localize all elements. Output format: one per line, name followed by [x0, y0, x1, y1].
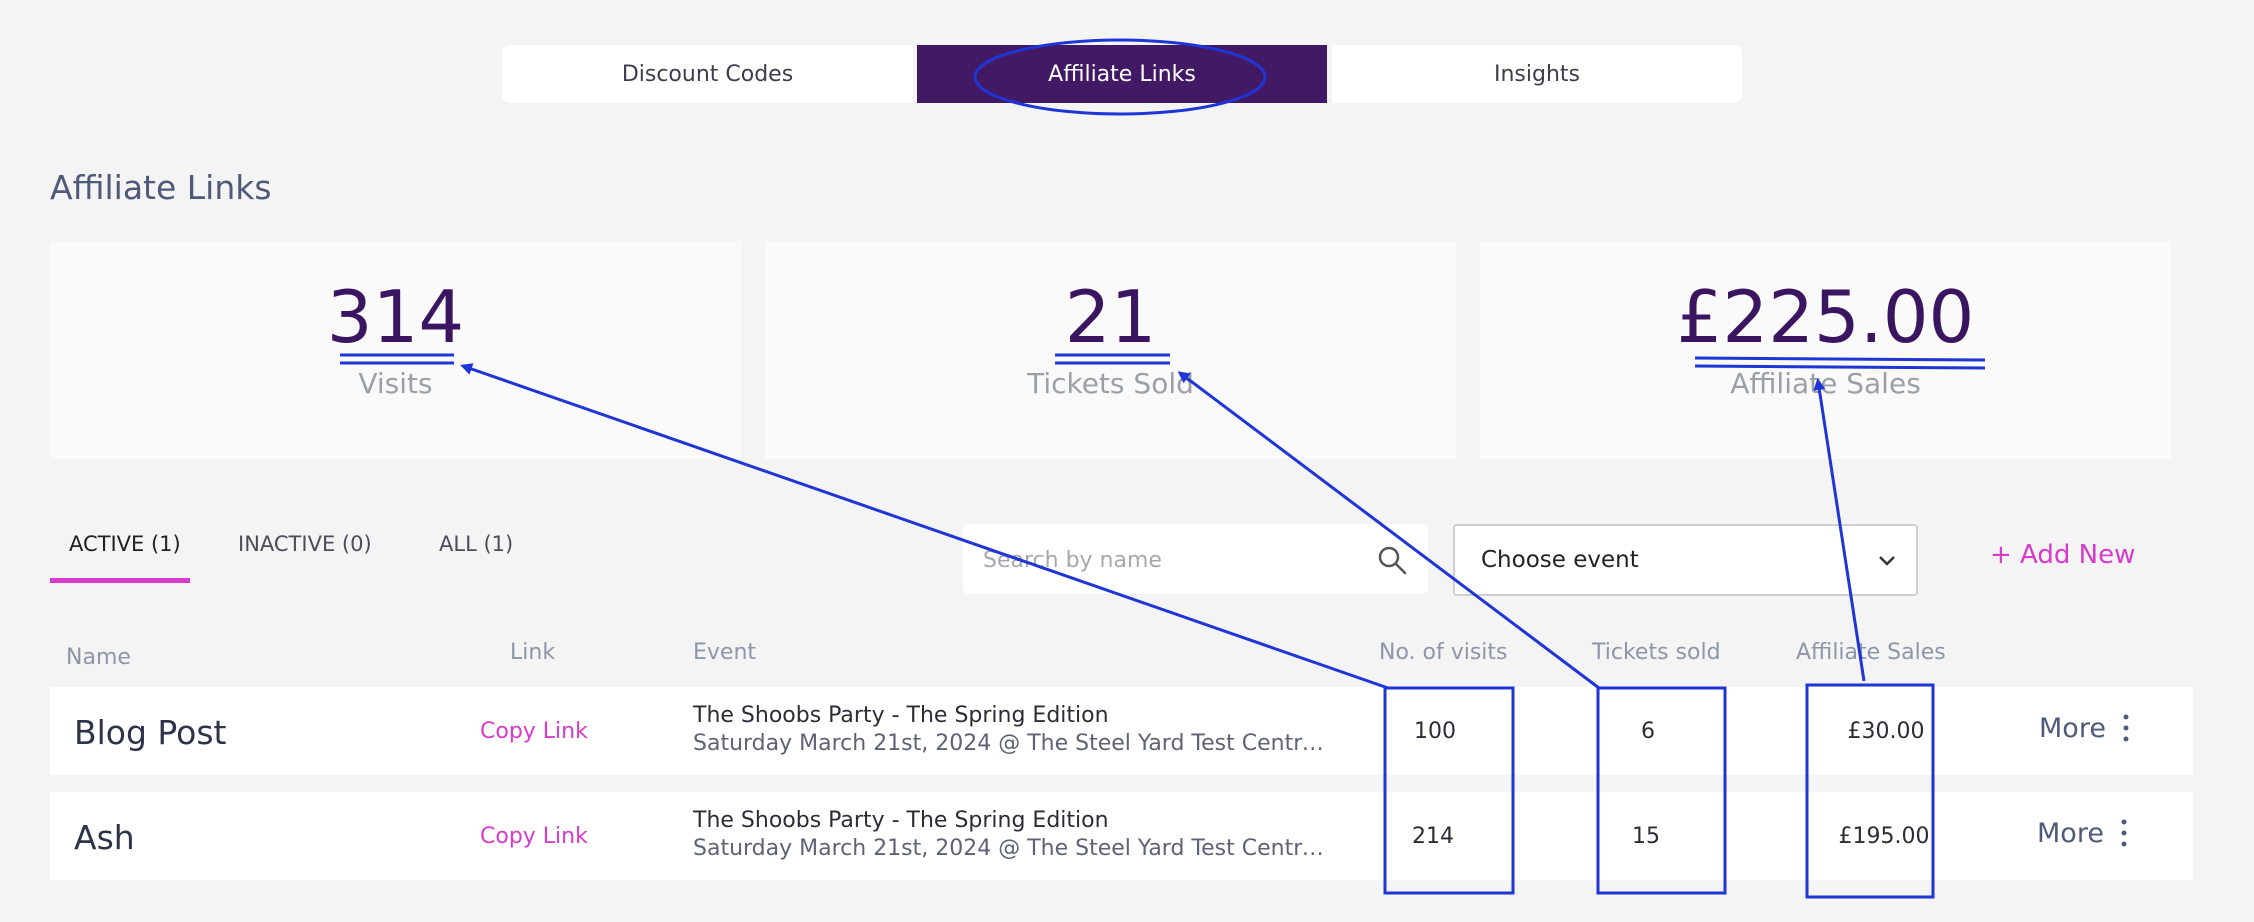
stat-value-tickets-sold: 21 [1064, 275, 1157, 359]
active-tab-underline [50, 578, 190, 583]
row-tickets: 6 [1641, 719, 1655, 744]
stat-label-visits: Visits [358, 367, 433, 400]
stat-card-tickets-sold: 21 Tickets Sold [765, 241, 1456, 459]
stat-value-visits: 314 [326, 275, 465, 359]
column-header-event: Event [693, 640, 757, 665]
copy-link-button[interactable]: Copy Link [480, 824, 588, 849]
search-icon[interactable] [1376, 544, 1408, 576]
column-header-tickets: Tickets sold [1592, 640, 1721, 665]
search-box [963, 524, 1428, 596]
stat-card-affiliate-sales: £225.00 Affiliate Sales [1480, 241, 2171, 459]
copy-link-button[interactable]: Copy Link [480, 719, 588, 744]
row-name: Blog Post [74, 713, 227, 752]
row-name: Ash [74, 818, 135, 857]
row-visits: 214 [1412, 824, 1454, 849]
search-input[interactable] [981, 524, 1365, 596]
filter-tab-active[interactable]: ACTIVE (1) [69, 532, 181, 556]
stat-label-tickets-sold: Tickets Sold [1027, 367, 1194, 400]
row-event-title: The Shoobs Party - The Spring Edition [693, 703, 1109, 728]
row-sales: £195.00 [1838, 824, 1930, 849]
add-new-button[interactable]: + Add New [1990, 540, 2135, 570]
row-event-detail: Saturday March 21st, 2024 @ The Steel Ya… [693, 731, 1333, 756]
row-tickets: 15 [1632, 824, 1660, 849]
tab-insights[interactable]: Insights [1332, 45, 1742, 103]
event-select-value: Choose event [1481, 547, 1639, 573]
row-sales: £30.00 [1847, 719, 1925, 744]
tab-discount-codes[interactable]: Discount Codes [502, 45, 913, 103]
row-event-title: The Shoobs Party - The Spring Edition [693, 808, 1109, 833]
row-event-detail: Saturday March 21st, 2024 @ The Steel Ya… [693, 836, 1333, 861]
filter-tab-all[interactable]: ALL (1) [439, 532, 513, 556]
table-row: Ash Copy Link The Shoobs Party - The Spr… [50, 792, 2193, 880]
column-header-link: Link [510, 640, 556, 665]
tab-affiliate-links[interactable]: Affiliate Links [917, 45, 1327, 103]
stat-label-affiliate-sales: Affiliate Sales [1730, 367, 1921, 400]
more-vertical-icon[interactable] [2121, 713, 2131, 743]
top-tabs: Discount Codes Affiliate Links Insights [502, 45, 1742, 103]
row-visits: 100 [1414, 719, 1456, 744]
more-vertical-icon[interactable] [2119, 818, 2129, 848]
chevron-down-icon [1879, 556, 1895, 566]
column-header-visits: No. of visits [1379, 640, 1508, 665]
column-header-sales: Affiliate Sales [1796, 640, 1946, 665]
column-header-name: Name [66, 645, 131, 670]
event-select[interactable]: Choose event [1453, 524, 1918, 596]
stat-value-affiliate-sales: £225.00 [1676, 275, 1975, 359]
filter-tab-inactive[interactable]: INACTIVE (0) [238, 532, 372, 556]
row-more-button[interactable]: More [2039, 713, 2106, 744]
stat-card-visits: 314 Visits [50, 241, 741, 459]
row-more-button[interactable]: More [2037, 818, 2104, 849]
annotation-overlay [340, 38, 1986, 899]
table-row: Blog Post Copy Link The Shoobs Party - T… [50, 687, 2193, 775]
page-title: Affiliate Links [50, 168, 272, 207]
